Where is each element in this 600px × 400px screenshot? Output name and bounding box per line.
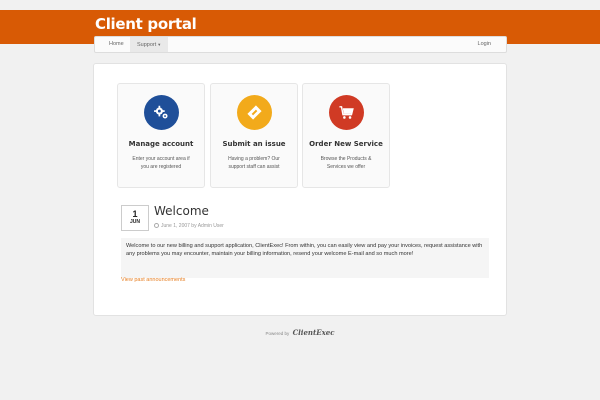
- main-panel: Manage account Enter your account area i…: [93, 63, 507, 316]
- card-description: Browse the Products & Services we offer: [320, 156, 372, 170]
- nav-support-label: Support: [137, 42, 157, 48]
- date-month: JUN: [129, 219, 140, 225]
- announcement-meta: June 1, 2007 by Admin User: [154, 223, 224, 229]
- nav-support-dropdown[interactable]: Support▼: [130, 37, 169, 52]
- announcement-date: 1 JUN: [121, 205, 149, 231]
- card-title: Manage account: [128, 140, 194, 148]
- card-manage-account[interactable]: Manage account Enter your account area i…: [117, 83, 205, 188]
- portal-title[interactable]: Client portal: [95, 15, 197, 33]
- caret-down-icon: ▼: [157, 42, 162, 47]
- gears-icon: [144, 95, 179, 130]
- past-announcements-link[interactable]: View past announcements: [121, 277, 185, 283]
- card-title: Submit an issue: [222, 140, 286, 148]
- announcement-body: Welcome to our new billing and support a…: [121, 238, 489, 278]
- date-day: 1: [132, 209, 138, 219]
- card-order-service[interactable]: Order New Service Browse the Products & …: [302, 83, 390, 188]
- announcement-meta-text: June 1, 2007 by Admin User: [161, 223, 224, 229]
- card-description: Enter your account area if you are regis…: [132, 156, 190, 170]
- ticket-icon: [237, 95, 272, 130]
- clock-icon: [154, 223, 159, 228]
- card-description: Having a problem? Our support staff can …: [228, 156, 280, 170]
- cart-icon: [329, 95, 364, 130]
- navbar: Home Support▼ Login: [94, 36, 507, 53]
- announcement-title[interactable]: Welcome: [154, 204, 209, 218]
- footer: Powered by ClientExec: [0, 328, 600, 337]
- powered-by-text: Powered by: [265, 331, 290, 336]
- card-title: Order New Service: [309, 140, 383, 148]
- nav-home-link[interactable]: Home: [102, 37, 131, 52]
- card-submit-issue[interactable]: Submit an issue Having a problem? Our su…: [210, 83, 298, 188]
- clientexec-logo[interactable]: ClientExec: [293, 328, 335, 337]
- nav-login-link[interactable]: Login: [470, 37, 499, 52]
